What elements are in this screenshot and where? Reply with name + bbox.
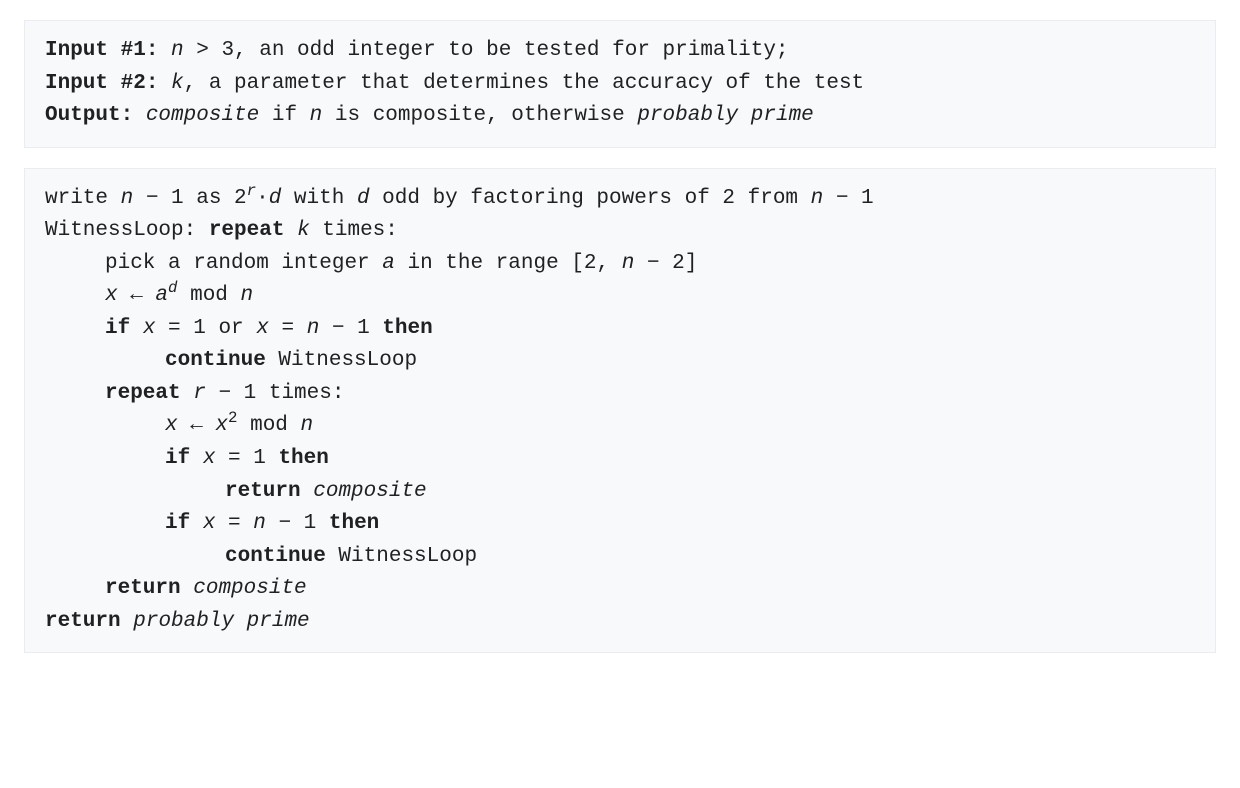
input2-label: Input #2:: [45, 72, 158, 95]
algo-line-6: continue WitnessLoop: [45, 345, 1195, 378]
output-line: Output: composite if n is composite, oth…: [45, 100, 1195, 133]
output-if: if: [259, 104, 309, 127]
input2-desc: , a parameter that determines the accura…: [184, 72, 865, 95]
algo-line-14: return probably prime: [45, 606, 1195, 639]
algo-line-9: if x = 1 then: [45, 443, 1195, 476]
algo-line-8: x ← x2 mod n: [45, 410, 1195, 443]
algo-line-11: if x = n − 1 then: [45, 508, 1195, 541]
algo-line-7: repeat r − 1 times:: [45, 378, 1195, 411]
algo-line-2: WitnessLoop: repeat k times:: [45, 215, 1195, 248]
algo-line-13: return composite: [45, 573, 1195, 606]
io-block: Input #1: n > 3, an odd integer to be te…: [24, 20, 1216, 148]
input1-desc: > 3, an odd integer to be tested for pri…: [184, 39, 789, 62]
var-k: k: [171, 72, 184, 95]
algorithm-block: write n − 1 as 2r·d with d odd by factor…: [24, 168, 1216, 654]
input1-label: Input #1:: [45, 39, 158, 62]
output-n: n: [310, 104, 323, 127]
input1-line: Input #1: n > 3, an odd integer to be te…: [45, 35, 1195, 68]
algo-line-4: x ← ad mod n: [45, 280, 1195, 313]
algo-line-3: pick a random integer a in the range [2,…: [45, 248, 1195, 281]
var-n: n: [171, 39, 184, 62]
output-iscomp: is composite, otherwise: [322, 104, 637, 127]
algo-line-1: write n − 1 as 2r·d with d odd by factor…: [45, 183, 1195, 216]
output-composite: composite: [146, 104, 259, 127]
algo-line-12: continue WitnessLoop: [45, 541, 1195, 574]
output-label: Output:: [45, 104, 133, 127]
input2-line: Input #2: k, a parameter that determines…: [45, 68, 1195, 101]
output-probprime: probably prime: [637, 104, 813, 127]
algo-line-10: return composite: [45, 476, 1195, 509]
algo-line-5: if x = 1 or x = n − 1 then: [45, 313, 1195, 346]
page: Input #1: n > 3, an odd integer to be te…: [0, 0, 1240, 788]
